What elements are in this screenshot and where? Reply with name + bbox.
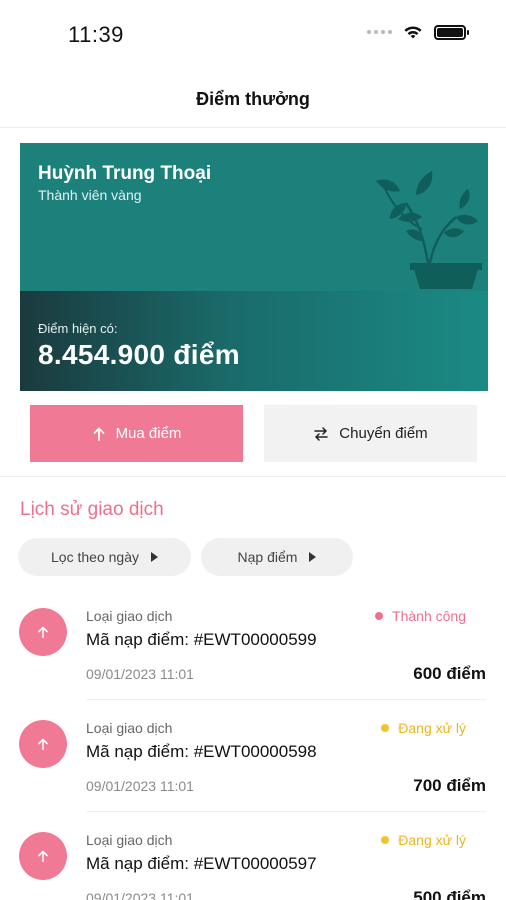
plant-icon: [376, 171, 482, 289]
filter-by-date-button[interactable]: Lọc theo ngày: [18, 538, 191, 576]
transaction-status: Đang xử lý: [381, 720, 466, 736]
transaction-type-label: Loại giao dịch: [86, 608, 173, 624]
wifi-icon: [404, 26, 422, 39]
transfer-points-label: Chuyển điểm: [339, 425, 428, 442]
status-icons: [367, 24, 469, 40]
transaction-code: Mã nạp điểm: #EWT00000599: [86, 630, 317, 649]
transaction-item[interactable]: Loại giao dịch Đang xử lý Mã nạp điểm: #…: [0, 708, 506, 820]
member-name: Huỳnh Trung Thoại: [38, 163, 212, 184]
transfer-points-button[interactable]: Chuyển điểm: [264, 405, 477, 462]
points-value: 8.454.900 điểm: [38, 339, 240, 370]
status-text: Đang xử lý: [398, 720, 466, 736]
swap-arrows-icon: [314, 426, 329, 441]
transaction-avatar: [19, 608, 67, 656]
transaction-amount: 700 điểm: [413, 776, 486, 795]
caret-right-icon: [150, 552, 158, 562]
history-title: Lịch sử giao dịch: [20, 499, 164, 520]
transaction-item[interactable]: Loại giao dịch Thành công Mã nạp điểm: #…: [0, 596, 506, 708]
buy-points-label: Mua điểm: [115, 425, 182, 442]
transaction-date: 09/01/2023 11:01: [86, 890, 194, 900]
transaction-amount: 500 điểm: [413, 888, 486, 900]
arrow-up-icon: [93, 427, 104, 441]
signal-icon: [367, 30, 392, 34]
transaction-code: Mã nạp điểm: #EWT00000598: [86, 742, 317, 761]
transaction-date: 09/01/2023 11:01: [86, 778, 194, 794]
transaction-type-label: Loại giao dịch: [86, 832, 173, 848]
transaction-code: Mã nạp điểm: #EWT00000597: [86, 854, 317, 873]
arrow-up-icon: [38, 626, 48, 638]
status-dot: [381, 724, 390, 732]
status-text: Thành công: [392, 608, 466, 624]
transaction-avatar: [19, 832, 67, 880]
filter-by-date-label: Lọc theo ngày: [51, 549, 139, 565]
row-divider: [86, 811, 486, 812]
status-dot: [381, 836, 390, 844]
points-card: Huỳnh Trung Thoại Thành viên vàng Điểm h…: [20, 143, 488, 391]
page-title: Điểm thưởng: [196, 89, 310, 109]
member-tier: Thành viên vàng: [38, 187, 142, 203]
transaction-status: Đang xử lý: [381, 832, 466, 848]
arrow-up-icon: [38, 850, 48, 862]
battery-icon: [434, 24, 469, 40]
status-time: 11:39: [68, 22, 124, 47]
filter-by-type-label: Nạp điểm: [237, 549, 298, 565]
row-divider: [86, 699, 486, 700]
status-dot: [375, 612, 384, 620]
transaction-amount: 600 điểm: [413, 664, 486, 683]
filter-by-type-button[interactable]: Nạp điểm: [201, 538, 353, 576]
status-bar: 11:39: [0, 0, 506, 70]
points-label: Điểm hiện có:: [38, 321, 118, 336]
caret-right-icon: [309, 552, 317, 562]
arrow-up-icon: [38, 738, 48, 750]
transaction-avatar: [19, 720, 67, 768]
section-divider: [0, 476, 506, 477]
transaction-item[interactable]: Loại giao dịch Đang xử lý Mã nạp điểm: #…: [0, 820, 506, 900]
buy-points-button[interactable]: Mua điểm: [30, 405, 243, 462]
status-text: Đang xử lý: [398, 832, 466, 848]
transaction-type-label: Loại giao dịch: [86, 720, 173, 736]
nav-header: Điểm thưởng: [0, 70, 506, 128]
transaction-date: 09/01/2023 11:01: [86, 666, 194, 682]
transaction-status: Thành công: [375, 608, 466, 624]
